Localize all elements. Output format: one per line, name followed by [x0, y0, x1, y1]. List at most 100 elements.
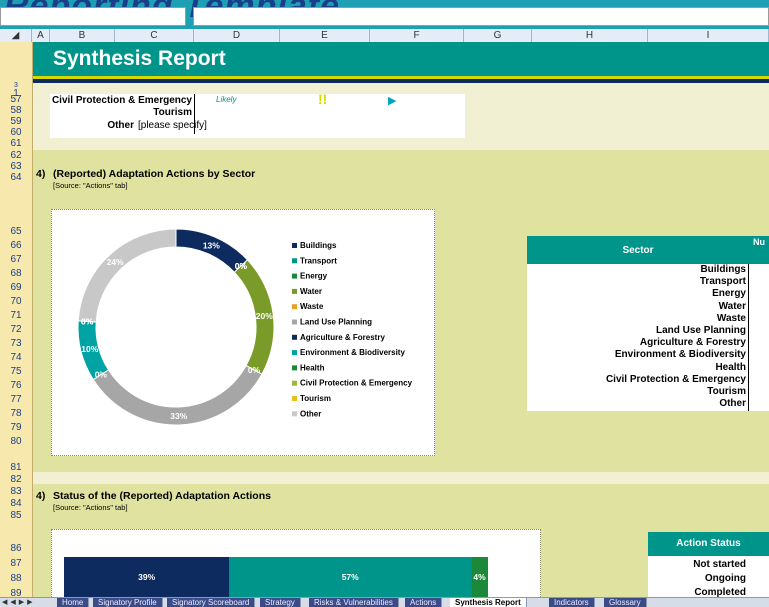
formula-bar[interactable]: [193, 7, 769, 26]
column-header[interactable]: F: [370, 29, 464, 42]
donut-data-label: 0%: [248, 365, 261, 375]
row-number[interactable]: 74: [0, 352, 32, 363]
legend-label: Health: [300, 363, 325, 372]
row-number[interactable]: 59: [0, 116, 32, 127]
sector-header-label: Sector: [622, 245, 654, 256]
status-bar-label: 57%: [342, 572, 359, 582]
column-header[interactable]: A: [32, 29, 50, 42]
row-number[interactable]: 68: [0, 268, 32, 279]
sector-row-label: Environment & Biodiversity: [614, 349, 746, 361]
column-header[interactable]: C: [115, 29, 194, 42]
row-number[interactable]: 62: [0, 150, 32, 161]
status-bar-chart: 39% 57% 4%: [64, 557, 488, 598]
legend-label: Tourism: [300, 394, 331, 403]
row-number[interactable]: 65: [0, 226, 32, 237]
legend-label: Buildings: [300, 241, 337, 250]
row-number[interactable]: 72: [0, 324, 32, 335]
trend-arrow-icon: ▶: [388, 95, 397, 107]
sector-row-label: Tourism: [707, 386, 746, 397]
row-number[interactable]: 58: [0, 105, 32, 116]
sector-row-label: Land Use Planning: [655, 325, 746, 336]
legend-swatch: [292, 380, 297, 386]
row-number[interactable]: 57: [0, 94, 32, 105]
legend-swatch: [292, 365, 297, 371]
row-number[interactable]: 86: [0, 543, 32, 554]
legend-swatch: [292, 350, 297, 356]
status-row-label: Ongoing: [704, 573, 746, 584]
donut-chart-area[interactable]: 13% 0% 0% 20% 0% 33% 0% 10% 0% 0% 0% 24% Buildings Tr…: [51, 209, 435, 456]
donut-data-label: 0%: [95, 370, 108, 380]
risk-row-label: Civil Protection & Emergency: [51, 95, 192, 106]
row-number[interactable]: 84: [0, 498, 32, 509]
row-number[interactable]: 85: [0, 510, 32, 521]
donut-data-label: 0%: [81, 316, 94, 326]
row-number[interactable]: 80: [0, 436, 32, 447]
legend-label: Water: [300, 287, 322, 296]
row-number[interactable]: 79: [0, 422, 32, 433]
row-number[interactable]: 73: [0, 338, 32, 349]
legend-swatch: [292, 243, 297, 248]
sector-table-divider: [748, 264, 749, 411]
donut-data-label: 24%: [107, 257, 124, 267]
legend-label: Land Use Planning: [300, 318, 372, 327]
sector-header-count: Nu: [753, 237, 765, 247]
sector-row-label: Transport: [699, 276, 746, 288]
row-number[interactable]: 87: [0, 558, 32, 569]
risk-row-note: [please specify]: [138, 120, 207, 131]
legend-label: Waste: [300, 302, 324, 311]
legend-label: Environment & Biodiversity: [300, 348, 405, 357]
donut-data-label: 20%: [256, 311, 273, 321]
page-title: Synthesis Report: [53, 47, 226, 70]
legend-label: Other: [300, 409, 321, 418]
row-number[interactable]: 71: [0, 310, 32, 321]
sector-row-label: Waste: [716, 312, 746, 324]
legend-swatch: [292, 258, 297, 264]
row-number[interactable]: 3: [0, 80, 32, 91]
row-number[interactable]: 69: [0, 282, 32, 293]
status-chart-area[interactable]: 39% 57% 4%: [51, 529, 541, 598]
risk-row-label: Other: [107, 120, 134, 131]
legend-swatch: [292, 411, 297, 417]
column-header[interactable]: G: [464, 29, 532, 42]
row-number[interactable]: 64: [0, 172, 32, 183]
row-number[interactable]: 78: [0, 408, 32, 419]
row-number[interactable]: 82: [0, 474, 32, 485]
column-header[interactable]: D: [194, 29, 280, 42]
risk-row-label: Tourism: [153, 107, 192, 118]
sector-table-header: Sector Nu: [527, 236, 769, 264]
row-number[interactable]: 81: [0, 462, 32, 473]
row-number[interactable]: 77: [0, 394, 32, 405]
donut-slice[interactable]: [77, 228, 177, 323]
section-number: 4): [36, 490, 46, 502]
column-header[interactable]: E: [280, 29, 370, 42]
section-source: [Source: "Actions" tab]: [53, 503, 128, 512]
section-number: 4): [36, 168, 46, 180]
row-number[interactable]: 76: [0, 380, 32, 391]
sector-row-label: Energy: [712, 288, 746, 300]
sector-row-label: Buildings: [700, 264, 746, 275]
column-header[interactable]: B: [50, 29, 115, 42]
row-number[interactable]: 67: [0, 254, 32, 265]
row-number[interactable]: 88: [0, 573, 32, 584]
legend-swatch: [292, 273, 297, 279]
row-number[interactable]: 70: [0, 296, 32, 307]
select-all-corner[interactable]: ◢: [0, 29, 32, 42]
legend-label: Civil Protection & Emergency: [300, 379, 413, 388]
row-number[interactable]: 75: [0, 366, 32, 377]
column-header[interactable]: I: [648, 29, 769, 42]
row-number[interactable]: 66: [0, 240, 32, 251]
sector-row-label: Other: [719, 398, 746, 410]
impact-indicator: !!: [318, 91, 328, 107]
donut-data-label: 10%: [81, 344, 98, 354]
legend-swatch: [292, 396, 297, 401]
row-number[interactable]: 83: [0, 486, 32, 497]
name-box[interactable]: [0, 7, 186, 26]
donut-data-label: 13%: [203, 240, 220, 250]
legend-swatch: [292, 334, 297, 340]
legend-label: Agriculture & Forestry: [300, 333, 385, 342]
row-number[interactable]: 60: [0, 127, 32, 138]
row-number[interactable]: 61: [0, 138, 32, 149]
column-header-bar: ◢ A B C D E F G H I: [0, 29, 769, 43]
row-number[interactable]: 63: [0, 161, 32, 172]
column-header[interactable]: H: [532, 29, 648, 42]
